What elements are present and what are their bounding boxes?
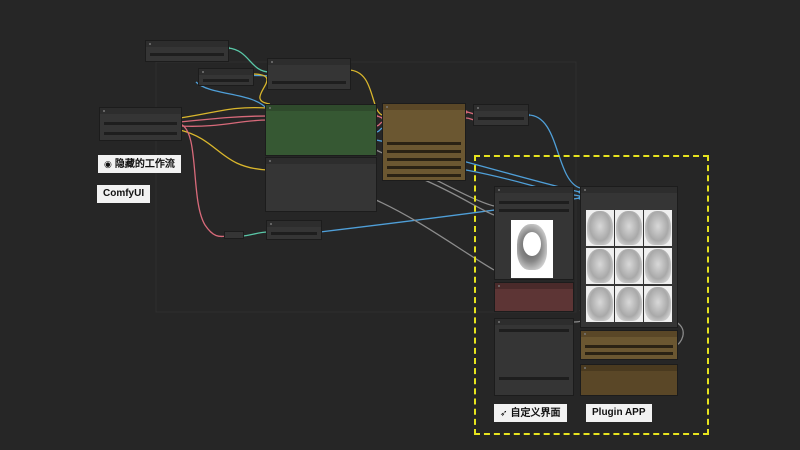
node-olive-settings[interactable] [580,330,678,360]
output-face-thumbnail [644,248,672,284]
plugin-app-tag: Plugin APP [586,404,652,422]
custom-ui-tag: ➶ 自定义界面 [494,404,567,422]
hidden-workflow-tag: ◉ 隐藏的工作流 [98,155,181,173]
output-face-thumbnail [586,286,614,322]
hidden-workflow-label: 隐藏的工作流 [114,159,175,170]
output-face-thumbnail [644,210,672,246]
node-prompt-green[interactable] [265,104,377,156]
output-face-thumbnail [615,248,643,284]
output-face-thumbnail [615,210,643,246]
comfyui-tag: ComfyUI [97,185,151,203]
wire [179,129,269,171]
output-face-thumbnail [586,210,614,246]
plugin-app-label: Plugin APP [592,407,646,418]
comfyui-label: ComfyUI [103,188,145,199]
output-face-thumbnail [615,286,643,322]
output-face-thumbnail [644,286,672,322]
node-input-left[interactable] [99,107,182,141]
wire [241,231,269,237]
output-face-thumbnail [586,248,614,284]
node-top-small[interactable] [145,40,229,62]
wire [195,81,269,111]
node-bottom-small[interactable] [266,220,322,240]
node-red-bypass[interactable] [494,282,574,312]
node-sampler-olive[interactable] [382,103,466,181]
node-olive-dark[interactable] [580,364,678,396]
rocket-icon: ➶ [500,408,508,418]
custom-ui-label: 自定义界面 [510,408,561,419]
node-prompt-grey[interactable] [265,157,377,212]
node-model-loader[interactable] [267,58,351,90]
node-small-mid[interactable] [198,68,254,86]
node-decode-small[interactable] [473,104,529,126]
node-reroute[interactable] [224,231,244,239]
eye-slash-icon: ◉ [104,159,112,169]
node-bottom-left-panel[interactable] [494,318,574,396]
portrait-preview-image [511,220,553,278]
